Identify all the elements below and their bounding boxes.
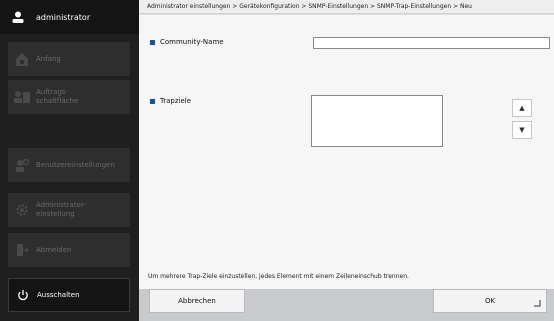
power-icon <box>9 289 37 301</box>
label-bullet-icon <box>150 98 155 104</box>
form-area: Community-Name Trapziele ▲ ▼ Um mehrere … <box>139 15 554 289</box>
hint-text: Um mehrere Trap-Ziele einzustellen, jede… <box>148 273 409 280</box>
cancel-button[interactable]: Abbrechen <box>149 289 245 313</box>
scroll-down-button[interactable]: ▼ <box>512 121 532 139</box>
ok-label: OK <box>484 297 496 305</box>
triangle-down-icon: ▼ <box>519 126 525 134</box>
user-icon <box>0 10 36 24</box>
community-name-label: Community-Name <box>150 38 224 46</box>
user-settings-icon <box>8 157 36 173</box>
scroll-up-button[interactable]: ▲ <box>512 99 532 117</box>
trap-targets-text: Trapziele <box>160 97 192 105</box>
sidebar: administrator Anfang Auftrags- schaltflä… <box>0 0 139 321</box>
sidebar-item-jobs[interactable]: Auftrags- schaltfläche <box>8 80 130 114</box>
sidebar-item-user-settings[interactable]: Benutzereinstellungen <box>8 148 130 182</box>
job-queue-icon <box>8 90 36 104</box>
label-bullet-icon <box>150 39 155 45</box>
user-header: administrator <box>0 0 139 34</box>
breadcrumb: Administrator einstellungen > Gerätekonf… <box>139 0 554 14</box>
gear-icon <box>8 203 36 217</box>
home-icon <box>8 51 36 67</box>
power-off-label: Ausschalten <box>37 290 80 299</box>
community-name-input[interactable] <box>313 37 550 49</box>
trap-targets-textarea[interactable] <box>311 95 443 147</box>
sidebar-item-label: Administrator- einstellung <box>36 201 86 218</box>
sidebar-item-logout[interactable]: Abmelden <box>8 233 130 267</box>
sidebar-item-admin-settings[interactable]: Administrator- einstellung <box>8 193 130 227</box>
ok-button[interactable]: OK <box>433 289 547 313</box>
sidebar-item-label: Anfang <box>36 54 61 63</box>
triangle-up-icon: ▲ <box>519 104 525 112</box>
logout-icon <box>8 243 36 257</box>
community-name-text: Community-Name <box>160 38 224 46</box>
trap-targets-label: Trapziele <box>150 97 191 105</box>
sidebar-item-label: Auftrags- schaltfläche <box>36 88 79 105</box>
sidebar-item-label: Benutzereinstellungen <box>36 160 115 169</box>
sidebar-item-label: Abmelden <box>36 245 72 254</box>
power-off-button[interactable]: Ausschalten <box>8 278 130 312</box>
enter-corner-icon <box>533 299 541 309</box>
main-panel: Administrator einstellungen > Gerätekonf… <box>139 0 554 321</box>
cancel-label: Abbrechen <box>178 297 216 305</box>
user-name: administrator <box>36 12 91 22</box>
sidebar-item-home[interactable]: Anfang <box>8 42 130 76</box>
